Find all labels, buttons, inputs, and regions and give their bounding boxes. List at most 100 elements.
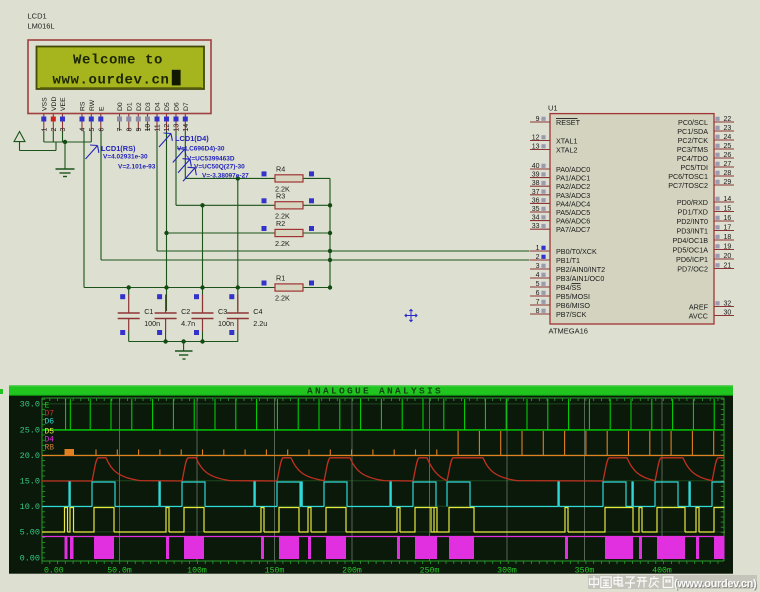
svg-text:34: 34 — [532, 215, 540, 222]
svg-text:LCD1: LCD1 — [28, 12, 47, 21]
svg-text:25.0: 25.0 — [20, 425, 40, 435]
svg-text:RESET: RESET — [556, 118, 581, 127]
svg-text:1: 1 — [536, 245, 540, 252]
svg-text:PB7/SCK: PB7/SCK — [556, 310, 587, 319]
svg-text:D1: D1 — [126, 102, 133, 111]
svg-text:400m: 400m — [652, 567, 672, 575]
svg-text:100m: 100m — [187, 567, 207, 575]
svg-text:PB4/: PB4/ — [556, 283, 572, 292]
svg-text:C1: C1 — [144, 307, 153, 316]
svg-text:25: 25 — [724, 143, 732, 150]
svg-text:SS: SS — [572, 283, 582, 292]
svg-text:29: 29 — [724, 179, 732, 186]
svg-text:39: 39 — [532, 172, 540, 179]
svg-text:20: 20 — [724, 253, 732, 260]
svg-text:30.0: 30.0 — [20, 400, 40, 410]
svg-text:12: 12 — [532, 135, 540, 142]
svg-text:2.2u: 2.2u — [253, 319, 267, 328]
svg-text:13: 13 — [532, 144, 540, 151]
svg-text:0.00: 0.00 — [20, 553, 40, 563]
svg-text:D4: D4 — [155, 102, 162, 111]
svg-text:PB0/T0/XCK: PB0/T0/XCK — [556, 247, 597, 256]
svg-text:RB: RB — [45, 444, 55, 453]
svg-text:PD1/TXD: PD1/TXD — [678, 208, 708, 217]
svg-text:36: 36 — [532, 197, 540, 204]
svg-text:PC2/TCK: PC2/TCK — [678, 136, 709, 145]
svg-text:VSS: VSS — [41, 97, 48, 111]
svg-text:V=-3.38097e-27: V=-3.38097e-27 — [202, 173, 249, 180]
svg-text:LCD1(RS): LCD1(RS) — [101, 144, 136, 153]
svg-text:VDD: VDD — [51, 97, 58, 111]
svg-text:15.0: 15.0 — [20, 477, 40, 487]
svg-text:D5: D5 — [164, 102, 171, 111]
svg-text:8: 8 — [126, 128, 133, 132]
svg-text:30: 30 — [724, 310, 732, 317]
svg-text:R2: R2 — [276, 219, 285, 228]
svg-text:XTAL1: XTAL1 — [556, 137, 577, 146]
svg-text:10.0: 10.0 — [20, 502, 40, 512]
svg-text:PA7/ADC7: PA7/ADC7 — [556, 225, 590, 234]
svg-text:D0: D0 — [117, 102, 124, 111]
svg-text:35: 35 — [532, 206, 540, 213]
svg-text:20.0: 20.0 — [20, 451, 40, 461]
svg-text:XTAL2: XTAL2 — [556, 146, 577, 155]
svg-text:21: 21 — [724, 263, 732, 270]
svg-text:V=UC5399463D: V=UC5399463D — [187, 156, 235, 163]
svg-text:PC0/SCL: PC0/SCL — [678, 118, 708, 127]
svg-text:V=4.02931e-30: V=4.02931e-30 — [103, 154, 148, 161]
svg-text:5.00: 5.00 — [20, 528, 40, 538]
svg-text:8: 8 — [536, 308, 540, 315]
svg-text:PD3/INT1: PD3/INT1 — [676, 227, 708, 236]
svg-text:11: 11 — [155, 124, 162, 131]
svg-text:24: 24 — [724, 134, 732, 141]
svg-text:LM016L: LM016L — [28, 22, 55, 31]
svg-text:U1: U1 — [548, 104, 558, 113]
svg-text:Welcome to: Welcome to — [73, 53, 163, 69]
svg-text:D7: D7 — [183, 102, 190, 111]
svg-text:PD6/ICP1: PD6/ICP1 — [676, 255, 708, 264]
svg-text:38: 38 — [532, 180, 540, 187]
svg-text:250m: 250m — [420, 567, 440, 575]
svg-text:6: 6 — [536, 290, 540, 297]
svg-text:3: 3 — [60, 128, 67, 132]
svg-text:350m: 350m — [575, 567, 595, 575]
svg-text:150m: 150m — [265, 567, 285, 575]
svg-text:27: 27 — [724, 161, 732, 168]
svg-text:100n: 100n — [218, 319, 234, 328]
svg-text:V=UC50Q(27)-30: V=UC50Q(27)-30 — [194, 164, 245, 171]
svg-text:R1: R1 — [276, 274, 285, 283]
svg-text:www.ourdev.cn: www.ourdev.cn — [53, 73, 170, 89]
svg-text:PC6/TOSC1: PC6/TOSC1 — [668, 172, 708, 181]
svg-text:C3: C3 — [218, 307, 227, 316]
svg-text:5: 5 — [536, 281, 540, 288]
svg-text:22: 22 — [724, 116, 732, 123]
svg-text:LCD1(D4): LCD1(D4) — [175, 134, 209, 143]
svg-text:33: 33 — [532, 223, 540, 230]
svg-text:V=LC696D4)-30: V=LC696D4)-30 — [177, 146, 225, 153]
svg-text:RS: RS — [80, 101, 87, 111]
svg-text:40: 40 — [532, 163, 540, 170]
svg-text:PB5/MOSI: PB5/MOSI — [556, 292, 590, 301]
svg-text:PD0/RXD: PD0/RXD — [677, 198, 708, 207]
svg-text:3: 3 — [536, 263, 540, 270]
svg-text:2: 2 — [536, 254, 540, 261]
svg-text:PD2/INT0: PD2/INT0 — [676, 217, 708, 226]
svg-text:2.2K: 2.2K — [275, 294, 290, 303]
svg-text:PB1/T1: PB1/T1 — [556, 256, 580, 265]
svg-text:200m: 200m — [342, 567, 362, 575]
svg-text:28: 28 — [724, 170, 732, 177]
svg-text:19: 19 — [724, 244, 732, 251]
svg-text:15: 15 — [724, 206, 732, 213]
svg-text:4.7n: 4.7n — [181, 319, 195, 328]
svg-text:C2: C2 — [181, 307, 190, 316]
svg-text:PC3/TMS: PC3/TMS — [677, 145, 708, 154]
svg-text:10: 10 — [145, 124, 152, 132]
svg-text:D3: D3 — [145, 102, 152, 111]
svg-text:R3: R3 — [276, 191, 285, 200]
svg-text:100n: 100n — [144, 319, 160, 328]
svg-text:2.2K: 2.2K — [275, 239, 290, 248]
svg-text:9: 9 — [136, 128, 143, 132]
svg-text:PC5/TDI: PC5/TDI — [680, 163, 708, 172]
svg-text:V=2.101e-93: V=2.101e-93 — [118, 164, 156, 171]
svg-text:14: 14 — [724, 196, 732, 203]
